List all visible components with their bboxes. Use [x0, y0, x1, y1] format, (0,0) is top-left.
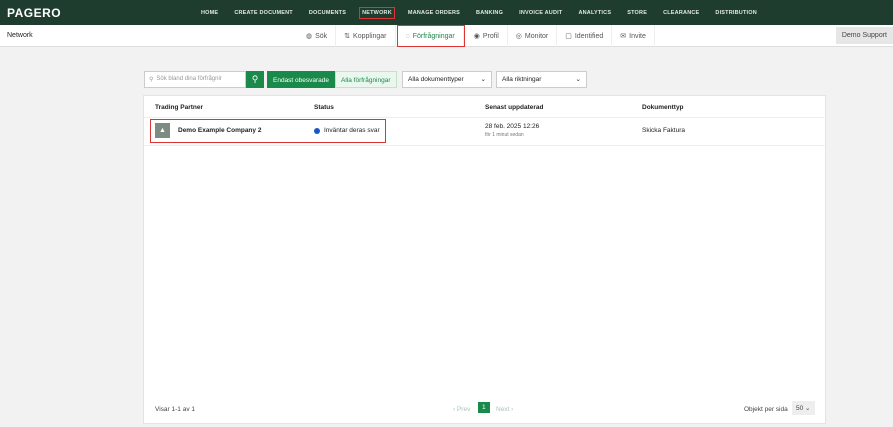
pagero-logo[interactable]: PAGERO — [7, 6, 61, 20]
per-page-value: 50 — [796, 405, 804, 412]
updated-date: 28 feb. 2025 12:26 — [485, 123, 540, 130]
nav-home[interactable]: HOME — [193, 8, 226, 18]
search-icon: ⚲ — [149, 77, 154, 83]
col-doctype[interactable]: Dokumenttyp — [642, 104, 684, 111]
doctype: Skicka Faktura — [642, 127, 685, 134]
search-icon: ⚲ — [251, 74, 259, 84]
top-navbar: PAGERO HOME CREATE DOCUMENT DOCUMENTS NE… — [0, 0, 893, 25]
col-status[interactable]: Status — [314, 104, 334, 111]
tab-forfragningar[interactable]: ◌ Förfrågningar — [396, 25, 465, 47]
requests-table: Trading Partner Status Senast uppdaterad… — [143, 95, 827, 424]
nav-analytics[interactable]: ANALYTICS — [570, 8, 619, 18]
globe-icon: ◍ — [306, 33, 313, 40]
per-page-select[interactable]: 50 ⌄ — [792, 401, 815, 415]
tab-label: Monitor — [524, 32, 549, 40]
divider — [144, 145, 827, 146]
chevron-down-icon: ⌄ — [480, 76, 486, 83]
nav-invoice-audit[interactable]: INVOICE AUDIT — [511, 8, 570, 18]
nav-store[interactable]: STORE — [619, 8, 655, 18]
status-badge: Inväntar deras svar — [314, 127, 380, 134]
tab-label: Sök — [315, 32, 328, 40]
chat-icon: ◌ — [405, 32, 410, 40]
search-input[interactable]: ⚲ Sök bland dina förfrågnir — [144, 71, 246, 88]
direction-select[interactable]: Alla riktningar ⌄ — [496, 71, 587, 88]
user-menu-button[interactable]: Demo Support — [835, 27, 893, 44]
company-avatar-icon: ▲ — [155, 123, 170, 138]
table-row[interactable]: ▲ Demo Example Company 2 Inväntar deras … — [144, 118, 827, 143]
tab-label: Profil — [482, 32, 499, 40]
chat-bubble-icon — [314, 127, 320, 134]
main-nav: HOME CREATE DOCUMENT DOCUMENTS NETWORK M… — [193, 0, 765, 25]
nav-network[interactable]: NETWORK — [359, 6, 395, 19]
toggle-all-requests[interactable]: Alla förfrågningar — [335, 71, 397, 88]
col-updated[interactable]: Senast uppdaterad — [485, 104, 544, 111]
nav-banking[interactable]: BANKING — [468, 8, 511, 18]
tab-invite[interactable]: ✉ Invite — [612, 25, 655, 47]
id-icon: ▢ — [565, 33, 572, 40]
page-title: Network — [7, 32, 33, 39]
search-placeholder: Sök bland dina förfrågnir — [156, 76, 222, 82]
search-button[interactable]: ⚲ — [246, 71, 264, 88]
updated-relative: för 1 minut sedan — [485, 132, 524, 138]
connections-icon: ⇅ — [344, 33, 351, 40]
next-button[interactable]: Next › — [496, 406, 513, 413]
tab-label: Invite — [629, 32, 646, 40]
partner-name: Demo Example Company 2 — [178, 127, 262, 134]
result-count: Visar 1-1 av 1 — [155, 406, 195, 413]
tab-profil[interactable]: ◉ Profil — [466, 25, 508, 47]
chevron-down-icon: ⌄ — [575, 76, 581, 83]
per-page-label: Objekt per sida — [744, 406, 788, 413]
nav-clearance[interactable]: CLEARANCE — [655, 8, 707, 18]
page-1-button[interactable]: 1 — [478, 402, 490, 413]
sub-navbar: Network ◍ Sök ⇅ Kopplingar ◌ Förfrågningar … — [0, 25, 893, 47]
nav-distribution[interactable]: DISTRIBUTION — [707, 8, 765, 18]
nav-create-document[interactable]: CREATE DOCUMENT — [226, 8, 301, 18]
chevron-down-icon: ⌄ — [805, 405, 811, 412]
tab-label: Kopplingar — [353, 32, 387, 40]
mail-icon: ✉ — [620, 33, 627, 40]
tab-label: Identified — [574, 32, 604, 40]
tab-monitor[interactable]: ◎ Monitor — [508, 25, 558, 47]
profile-icon: ◉ — [473, 33, 480, 40]
filter-toggle: Endast obesvarade Alla förfrågningar — [267, 71, 397, 88]
nav-manage-orders[interactable]: MANAGE ORDERS — [400, 8, 468, 18]
doc-type-value: Alla dokumenttyper — [408, 76, 464, 83]
tab-kopplingar[interactable]: ⇅ Kopplingar — [336, 25, 396, 47]
tab-identified[interactable]: ▢ Identified — [557, 25, 613, 47]
col-trading-partner[interactable]: Trading Partner — [155, 104, 203, 111]
tab-label: Förfrågningar — [412, 32, 455, 40]
tab-sok[interactable]: ◍ Sök — [298, 25, 337, 47]
nav-documents[interactable]: DOCUMENTS — [301, 8, 354, 18]
direction-value: Alla riktningar — [502, 76, 542, 83]
prev-button[interactable]: ‹ Prev — [453, 406, 470, 413]
eye-icon: ◎ — [515, 33, 522, 40]
toggle-unanswered[interactable]: Endast obesvarade — [267, 71, 336, 88]
doc-type-select[interactable]: Alla dokumenttyper ⌄ — [402, 71, 492, 88]
status-text: Inväntar deras svar — [324, 127, 380, 134]
